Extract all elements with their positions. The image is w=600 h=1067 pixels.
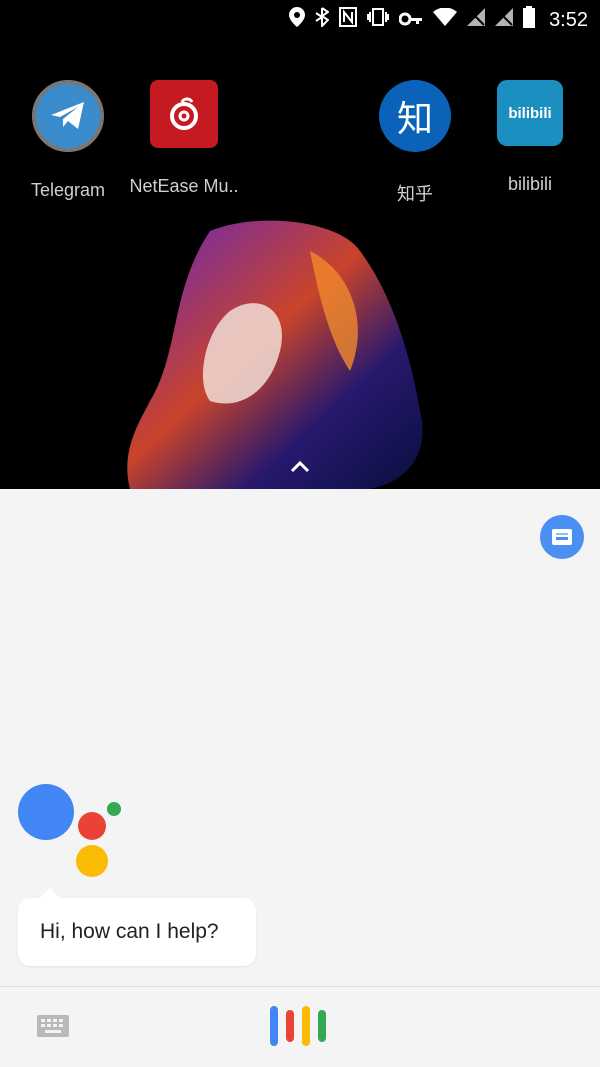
assistant-dot-yellow xyxy=(76,845,108,877)
vpn-key-icon xyxy=(398,9,423,32)
vibrate-icon xyxy=(367,7,390,33)
signal-off-icon xyxy=(467,8,486,32)
assistant-dot-blue xyxy=(18,784,74,840)
app-label: 知乎 xyxy=(397,184,433,204)
assistant-drawer-icon[interactable] xyxy=(540,515,584,559)
home-screen: Telegram NetEase Mu.. 知 知乎 bilibili bili… xyxy=(0,36,600,489)
bottom-divider xyxy=(0,986,600,987)
app-netease-music[interactable]: NetEase Mu.. xyxy=(124,80,244,197)
assistant-panel: Hi, how can I help? xyxy=(0,489,600,1067)
netease-music-icon xyxy=(150,80,218,148)
status-icons: 3:52 xyxy=(289,6,588,34)
assistant-dot-green xyxy=(107,802,121,816)
assistant-greeting-bubble: Hi, how can I help? xyxy=(18,888,256,966)
app-telegram[interactable]: Telegram xyxy=(8,80,128,201)
location-icon xyxy=(289,7,306,33)
status-time: 3:52 xyxy=(549,8,588,31)
bilibili-icon: bilibili xyxy=(497,80,563,146)
status-bar: 3:52 xyxy=(0,0,600,36)
keyboard-icon[interactable] xyxy=(36,1013,70,1039)
voice-bar-yellow xyxy=(302,1006,310,1046)
voice-bar-green xyxy=(318,1010,326,1042)
app-label: NetEase Mu.. xyxy=(129,176,239,196)
nfc-icon xyxy=(339,7,358,33)
signal-off-icon xyxy=(495,8,514,32)
voice-bars-icon[interactable] xyxy=(270,1004,330,1048)
wallpaper-art xyxy=(127,220,423,489)
assistant-dot-red xyxy=(78,812,106,840)
app-bilibili[interactable]: bilibili bilibili xyxy=(470,80,590,195)
wifi-icon xyxy=(433,7,458,32)
chevron-up-icon[interactable] xyxy=(288,457,312,475)
zhihu-icon: 知 xyxy=(379,80,451,152)
telegram-icon xyxy=(32,80,104,152)
bluetooth-icon xyxy=(315,7,330,33)
app-label: bilibili xyxy=(507,174,552,194)
voice-bar-blue xyxy=(270,1006,278,1046)
app-zhihu[interactable]: 知 知乎 xyxy=(355,80,475,206)
voice-bar-red xyxy=(286,1010,294,1042)
assistant-greeting-text: Hi, how can I help? xyxy=(40,920,219,943)
app-label: Telegram xyxy=(30,180,106,200)
battery-icon xyxy=(523,6,536,34)
assistant-logo xyxy=(18,784,121,877)
